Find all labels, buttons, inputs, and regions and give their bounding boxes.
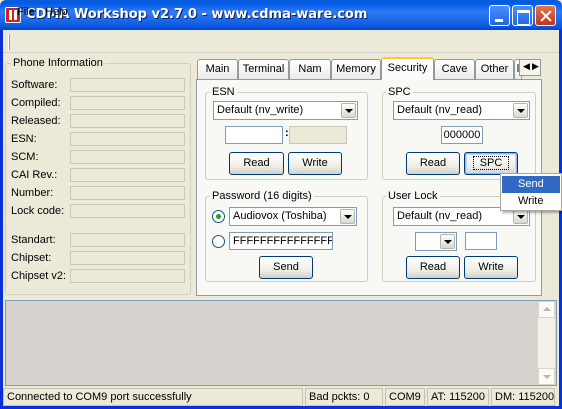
scm-label: SCM: [11, 151, 39, 163]
spc-button-label: SPC [472, 156, 510, 170]
phone-info-title: Phone Information [11, 57, 105, 69]
user-lock-code-input[interactable] [465, 232, 497, 250]
chevron-down-icon[interactable] [440, 234, 455, 249]
minimize-button[interactable] [489, 5, 510, 26]
password-group-title: Password (16 digits) [210, 190, 314, 202]
chevron-down-icon[interactable] [340, 209, 355, 224]
cai-rev-field [70, 168, 185, 182]
menu-bar [3, 31, 559, 53]
software-label: Software: [11, 79, 58, 91]
tab-main[interactable]: Main [197, 59, 238, 79]
tab-security[interactable]: Security [381, 57, 434, 80]
tab-other[interactable]: Other [475, 59, 514, 79]
password-send-button[interactable]: Send [259, 256, 313, 279]
user-lock-write-button[interactable]: Write [464, 256, 518, 279]
spc-mode-value: Default (nv_read) [397, 104, 482, 116]
spc-button[interactable]: SPC [464, 152, 518, 175]
scroll-up-icon[interactable] [538, 301, 555, 318]
esn-group-title: ESN [210, 86, 237, 98]
tab-scroll-left-icon[interactable]: ◀ [523, 61, 530, 72]
tab-scroll-right-icon[interactable]: ▶ [532, 61, 539, 72]
spc-context-menu: Send Write [500, 173, 562, 211]
scm-field [70, 150, 185, 164]
tab-scroll-buttons[interactable]: ◀ ▶ [519, 59, 541, 76]
esn-mode-select[interactable]: Default (nv_write) [213, 101, 358, 120]
user-lock-mode-value: Default (nv_read) [397, 210, 482, 222]
user-lock-small-select[interactable] [415, 232, 457, 251]
compiled-label: Compiled: [11, 97, 61, 109]
user-lock-group-title: User Lock [386, 190, 440, 202]
maximize-button[interactable] [512, 5, 533, 26]
chipset-v2-field [70, 269, 185, 283]
menu-file[interactable]: File [17, 6, 35, 18]
esn-mode-value: Default (nv_write) [217, 104, 304, 116]
standart-field [70, 233, 185, 247]
standart-label: Standart: [11, 234, 56, 246]
menu-grip [8, 34, 10, 50]
spc-group-title: SPC [386, 86, 413, 98]
chevron-down-icon[interactable] [341, 103, 356, 118]
cai-rev-label: CAI Rev.: [11, 169, 58, 181]
status-bad-packets: Bad pckts: 0 [305, 388, 383, 406]
scroll-down-icon[interactable] [538, 368, 555, 385]
software-field [70, 78, 185, 92]
password-radio-preset[interactable] [212, 210, 225, 223]
released-field [70, 114, 185, 128]
close-button[interactable] [535, 5, 556, 26]
tab-nam[interactable]: Nam [289, 59, 331, 79]
esn-write-button[interactable]: Write [288, 152, 342, 175]
window-title: CDMA Workshop v2.7.0 - www.cdma-ware.com [26, 7, 368, 22]
status-dm-baud: DM: 115200 [491, 388, 555, 406]
lock-code-label: Lock code: [11, 205, 65, 217]
spc-code-input[interactable]: 000000 [441, 126, 483, 144]
chipset-v2-label: Chipset v2: [11, 270, 67, 282]
released-label: Released: [11, 115, 61, 127]
chevron-down-icon[interactable] [513, 103, 528, 118]
chevron-down-icon[interactable] [513, 209, 528, 224]
tab-cave[interactable]: Cave [434, 59, 475, 79]
number-label: Number: [11, 187, 54, 199]
spc-read-button[interactable]: Read [406, 152, 460, 175]
user-lock-read-button[interactable]: Read [406, 256, 460, 279]
lock-code-field [70, 204, 185, 218]
compiled-field [70, 96, 185, 110]
chipset-label: Chipset: [11, 252, 52, 264]
esn-input-2 [289, 126, 347, 144]
status-at-baud: AT: 115200 [427, 388, 489, 406]
password-custom-input[interactable]: FFFFFFFFFFFFFFFF [229, 232, 333, 250]
spc-mode-select[interactable]: Default (nv_read) [393, 101, 530, 120]
tab-terminal[interactable]: Terminal [238, 59, 289, 79]
tab-memory[interactable]: Memory [331, 59, 381, 79]
esn-label: ESN: [11, 133, 37, 145]
password-radio-custom[interactable] [212, 235, 225, 248]
esn-field [70, 132, 185, 146]
number-field [70, 186, 185, 200]
context-menu-write[interactable]: Write [502, 193, 560, 210]
log-scrollbar[interactable] [538, 301, 555, 385]
menu-help[interactable]: Help [45, 6, 68, 18]
password-preset-value: Audiovox (Toshiba) [233, 210, 327, 222]
status-port: COM9 [385, 388, 425, 406]
chipset-field [70, 251, 185, 265]
password-preset-select[interactable]: Audiovox (Toshiba) [229, 207, 357, 226]
esn-read-button[interactable]: Read [229, 152, 284, 175]
esn-input-1[interactable] [225, 126, 283, 144]
context-menu-send[interactable]: Send [502, 176, 560, 193]
log-output[interactable] [5, 300, 557, 386]
status-message: Connected to COM9 port successfully [3, 388, 303, 406]
